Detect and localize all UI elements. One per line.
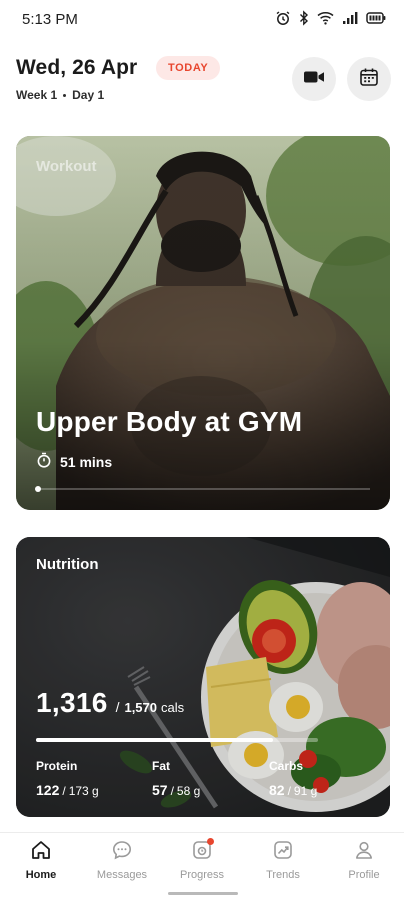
bottom-navigation: Home Messages Progress Trends Profile <box>0 832 404 900</box>
workout-title: Upper Body at GYM <box>36 406 303 437</box>
macro-carbs: Carbs 82 / 91 g <box>269 759 317 798</box>
macro-value: 122 <box>36 782 60 798</box>
macro-values: 82 / 91 g <box>269 782 317 798</box>
macro-protein: Protein 122 / 173 g <box>36 759 99 798</box>
nav-label: Trends <box>266 869 300 881</box>
nav-item-profile[interactable]: Profile <box>326 837 402 887</box>
macro-goal: 173 g <box>68 784 99 798</box>
macro-values: 122 / 173 g <box>36 782 99 798</box>
calories-summary: 1,316 / 1,570 cals <box>36 687 184 719</box>
calendar-button[interactable] <box>347 57 391 101</box>
bluetooth-icon <box>299 10 309 26</box>
nav-label: Home <box>25 869 57 881</box>
nav-item-home[interactable]: Home <box>3 837 79 887</box>
calories-goal: 1,570 <box>124 700 158 715</box>
workout-duration: 51 mins <box>36 452 112 471</box>
nav-item-messages[interactable]: Messages <box>84 837 160 887</box>
home-icon <box>28 837 54 863</box>
macro-goal: 58 g <box>176 784 201 798</box>
calories-unit: cals <box>161 700 185 715</box>
wifi-icon <box>317 11 334 25</box>
macro-separator: / <box>170 784 174 798</box>
calorie-progress-bar <box>36 738 318 742</box>
macro-label: Fat <box>152 759 170 773</box>
day-label: Day 1 <box>72 88 105 102</box>
nutrition-card[interactable]: Nutrition 1,316 / 1,570 cals Protein 122… <box>16 537 390 817</box>
video-camera-icon <box>303 69 325 90</box>
calories-consumed: 1,316 <box>36 687 108 718</box>
nav-label: Progress <box>179 869 225 881</box>
battery-icon <box>366 11 386 25</box>
calories-separator: / <box>115 699 120 715</box>
status-bar: 5:13 PM <box>0 0 404 40</box>
date-title: Wed, 26 Apr <box>16 56 138 79</box>
nav-item-trends[interactable]: Trends <box>245 837 321 887</box>
macro-value: 82 <box>269 782 285 798</box>
week-day-line: Week 1 Day 1 <box>16 88 104 102</box>
chat-icon <box>109 837 135 863</box>
macro-separator: / <box>62 784 66 798</box>
duration-text: 51 mins <box>60 453 113 470</box>
stopwatch-icon <box>36 452 52 471</box>
macro-label: Carbs <box>269 759 304 773</box>
nav-item-progress[interactable]: Progress <box>164 837 240 887</box>
macro-goal: 91 g <box>293 784 318 798</box>
progress-icon <box>189 837 215 863</box>
macro-value: 57 <box>152 782 168 798</box>
workout-card[interactable]: Workout Upper Body at GYM 51 mins <box>16 136 390 510</box>
macro-values: 57 / 58 g <box>152 782 200 798</box>
week-label: Week 1 <box>16 88 58 102</box>
separator-dot <box>63 93 67 97</box>
workout-carousel-track <box>36 488 370 490</box>
gesture-bar <box>168 892 238 895</box>
trends-icon <box>270 837 296 863</box>
signal-icon <box>342 11 358 25</box>
macro-label: Protein <box>36 759 78 773</box>
today-badge: TODAY <box>156 56 221 80</box>
video-call-button[interactable] <box>292 57 336 101</box>
profile-icon <box>351 837 377 863</box>
macro-separator: / <box>287 784 291 798</box>
workout-card-label: Workout <box>36 158 97 175</box>
calorie-progress-fill <box>36 738 273 742</box>
macro-fat: Fat 57 / 58 g <box>152 759 200 798</box>
nav-label: Profile <box>348 869 380 881</box>
calendar-icon <box>359 67 379 92</box>
nav-label: Messages <box>96 869 148 881</box>
status-icons <box>275 10 386 26</box>
notification-badge <box>207 838 214 845</box>
workout-carousel-indicator[interactable] <box>35 486 41 492</box>
alarm-icon <box>275 10 291 26</box>
nutrition-card-label: Nutrition <box>36 556 99 573</box>
status-time: 5:13 PM <box>22 11 78 28</box>
home-screen: 5:13 PM Wed, 26 Apr TODAY Week 1 Day 1 W… <box>0 0 404 900</box>
